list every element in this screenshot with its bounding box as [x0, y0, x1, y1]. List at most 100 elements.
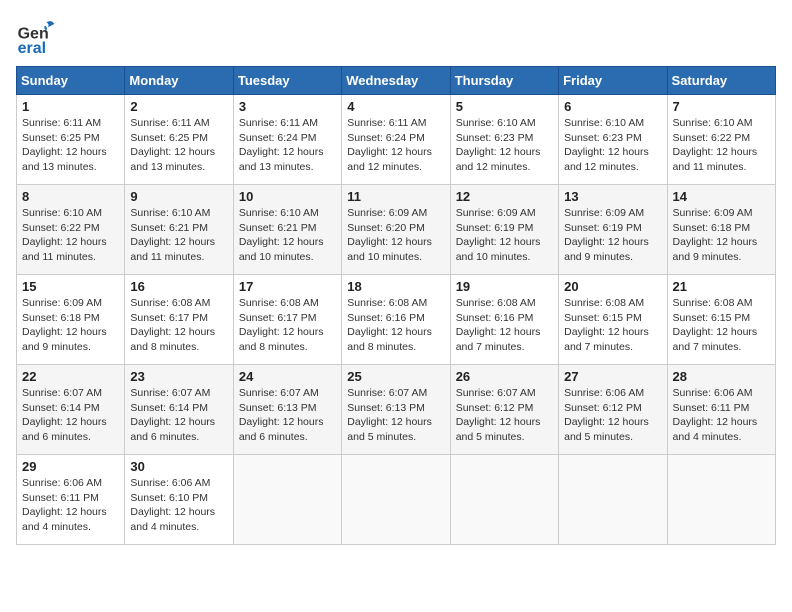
sunset: Sunset: 6:12 PM	[564, 402, 642, 414]
sunset: Sunset: 6:11 PM	[22, 492, 99, 504]
day-info: Sunrise: 6:08 AM Sunset: 6:17 PM Dayligh…	[239, 296, 336, 355]
daylight: Daylight: 12 hours and 9 minutes.	[564, 236, 649, 263]
sunrise: Sunrise: 6:11 AM	[130, 117, 209, 129]
day-number: 12	[456, 189, 553, 204]
calendar-cell: 24 Sunrise: 6:07 AM Sunset: 6:13 PM Dayl…	[233, 365, 341, 455]
sunrise: Sunrise: 6:11 AM	[347, 117, 426, 129]
sunrise: Sunrise: 6:07 AM	[239, 387, 319, 399]
daylight: Daylight: 12 hours and 10 minutes.	[456, 236, 541, 263]
daylight: Daylight: 12 hours and 6 minutes.	[22, 416, 107, 443]
daylight: Daylight: 12 hours and 7 minutes.	[564, 326, 649, 353]
daylight: Daylight: 12 hours and 7 minutes.	[673, 326, 758, 353]
day-number: 19	[456, 279, 553, 294]
calendar-cell	[450, 455, 558, 545]
calendar-cell: 16 Sunrise: 6:08 AM Sunset: 6:17 PM Dayl…	[125, 275, 233, 365]
sunrise: Sunrise: 6:08 AM	[456, 297, 536, 309]
calendar-cell: 13 Sunrise: 6:09 AM Sunset: 6:19 PM Dayl…	[559, 185, 667, 275]
day-info: Sunrise: 6:06 AM Sunset: 6:12 PM Dayligh…	[564, 386, 661, 445]
sunrise: Sunrise: 6:08 AM	[130, 297, 210, 309]
day-info: Sunrise: 6:10 AM Sunset: 6:21 PM Dayligh…	[130, 206, 227, 265]
sunset: Sunset: 6:17 PM	[239, 312, 317, 324]
day-info: Sunrise: 6:09 AM Sunset: 6:18 PM Dayligh…	[22, 296, 119, 355]
daylight: Daylight: 12 hours and 6 minutes.	[130, 416, 215, 443]
calendar-body: 1 Sunrise: 6:11 AM Sunset: 6:25 PM Dayli…	[17, 95, 776, 545]
sunrise: Sunrise: 6:11 AM	[22, 117, 101, 129]
daylight: Daylight: 12 hours and 11 minutes.	[22, 236, 107, 263]
day-info: Sunrise: 6:09 AM Sunset: 6:19 PM Dayligh…	[456, 206, 553, 265]
daylight: Daylight: 12 hours and 4 minutes.	[22, 506, 107, 533]
day-number: 9	[130, 189, 227, 204]
daylight: Daylight: 12 hours and 10 minutes.	[239, 236, 324, 263]
day-info: Sunrise: 6:07 AM Sunset: 6:14 PM Dayligh…	[130, 386, 227, 445]
day-number: 18	[347, 279, 444, 294]
sunrise: Sunrise: 6:08 AM	[347, 297, 427, 309]
sunset: Sunset: 6:15 PM	[673, 312, 751, 324]
sunrise: Sunrise: 6:09 AM	[347, 207, 427, 219]
day-info: Sunrise: 6:08 AM Sunset: 6:15 PM Dayligh…	[673, 296, 770, 355]
day-number: 8	[22, 189, 119, 204]
day-info: Sunrise: 6:10 AM Sunset: 6:21 PM Dayligh…	[239, 206, 336, 265]
daylight: Daylight: 12 hours and 8 minutes.	[130, 326, 215, 353]
sunrise: Sunrise: 6:10 AM	[22, 207, 102, 219]
daylight: Daylight: 12 hours and 13 minutes.	[239, 146, 324, 173]
day-info: Sunrise: 6:06 AM Sunset: 6:11 PM Dayligh…	[22, 476, 119, 535]
daylight: Daylight: 12 hours and 11 minutes.	[673, 146, 758, 173]
sunset: Sunset: 6:25 PM	[22, 132, 100, 144]
col-sunday: Sunday	[17, 67, 125, 95]
calendar-header: Sunday Monday Tuesday Wednesday Thursday…	[17, 67, 776, 95]
day-number: 26	[456, 369, 553, 384]
sunrise: Sunrise: 6:10 AM	[456, 117, 536, 129]
day-number: 17	[239, 279, 336, 294]
day-number: 30	[130, 459, 227, 474]
sunset: Sunset: 6:22 PM	[22, 222, 100, 234]
day-info: Sunrise: 6:08 AM Sunset: 6:16 PM Dayligh…	[456, 296, 553, 355]
day-number: 2	[130, 99, 227, 114]
day-info: Sunrise: 6:10 AM Sunset: 6:23 PM Dayligh…	[456, 116, 553, 175]
day-number: 11	[347, 189, 444, 204]
calendar-cell: 2 Sunrise: 6:11 AM Sunset: 6:25 PM Dayli…	[125, 95, 233, 185]
day-number: 21	[673, 279, 770, 294]
sunrise: Sunrise: 6:07 AM	[130, 387, 210, 399]
page-header: Gen eral	[16, 16, 776, 56]
day-number: 16	[130, 279, 227, 294]
sunset: Sunset: 6:20 PM	[347, 222, 425, 234]
col-tuesday: Tuesday	[233, 67, 341, 95]
calendar-cell	[342, 455, 450, 545]
calendar-cell: 14 Sunrise: 6:09 AM Sunset: 6:18 PM Dayl…	[667, 185, 775, 275]
calendar-cell: 11 Sunrise: 6:09 AM Sunset: 6:20 PM Dayl…	[342, 185, 450, 275]
col-saturday: Saturday	[667, 67, 775, 95]
calendar-cell: 28 Sunrise: 6:06 AM Sunset: 6:11 PM Dayl…	[667, 365, 775, 455]
calendar-cell: 3 Sunrise: 6:11 AM Sunset: 6:24 PM Dayli…	[233, 95, 341, 185]
calendar-cell: 23 Sunrise: 6:07 AM Sunset: 6:14 PM Dayl…	[125, 365, 233, 455]
col-wednesday: Wednesday	[342, 67, 450, 95]
sunset: Sunset: 6:15 PM	[564, 312, 642, 324]
sunrise: Sunrise: 6:07 AM	[456, 387, 536, 399]
sunrise: Sunrise: 6:09 AM	[673, 207, 753, 219]
calendar-cell: 27 Sunrise: 6:06 AM Sunset: 6:12 PM Dayl…	[559, 365, 667, 455]
sunrise: Sunrise: 6:10 AM	[239, 207, 319, 219]
day-info: Sunrise: 6:11 AM Sunset: 6:25 PM Dayligh…	[22, 116, 119, 175]
calendar-cell: 7 Sunrise: 6:10 AM Sunset: 6:22 PM Dayli…	[667, 95, 775, 185]
day-number: 10	[239, 189, 336, 204]
calendar-cell: 29 Sunrise: 6:06 AM Sunset: 6:11 PM Dayl…	[17, 455, 125, 545]
day-number: 7	[673, 99, 770, 114]
sunset: Sunset: 6:25 PM	[130, 132, 208, 144]
calendar-cell: 4 Sunrise: 6:11 AM Sunset: 6:24 PM Dayli…	[342, 95, 450, 185]
sunset: Sunset: 6:21 PM	[239, 222, 317, 234]
day-number: 6	[564, 99, 661, 114]
sunset: Sunset: 6:24 PM	[347, 132, 425, 144]
day-info: Sunrise: 6:11 AM Sunset: 6:24 PM Dayligh…	[239, 116, 336, 175]
sunset: Sunset: 6:13 PM	[239, 402, 317, 414]
sunset: Sunset: 6:16 PM	[347, 312, 425, 324]
calendar-cell: 20 Sunrise: 6:08 AM Sunset: 6:15 PM Dayl…	[559, 275, 667, 365]
day-number: 3	[239, 99, 336, 114]
sunset: Sunset: 6:18 PM	[22, 312, 100, 324]
sunset: Sunset: 6:14 PM	[130, 402, 208, 414]
calendar-cell	[559, 455, 667, 545]
sunset: Sunset: 6:22 PM	[673, 132, 751, 144]
daylight: Daylight: 12 hours and 7 minutes.	[456, 326, 541, 353]
sunset: Sunset: 6:16 PM	[456, 312, 534, 324]
day-info: Sunrise: 6:06 AM Sunset: 6:11 PM Dayligh…	[673, 386, 770, 445]
day-info: Sunrise: 6:09 AM Sunset: 6:18 PM Dayligh…	[673, 206, 770, 265]
daylight: Daylight: 12 hours and 12 minutes.	[347, 146, 432, 173]
